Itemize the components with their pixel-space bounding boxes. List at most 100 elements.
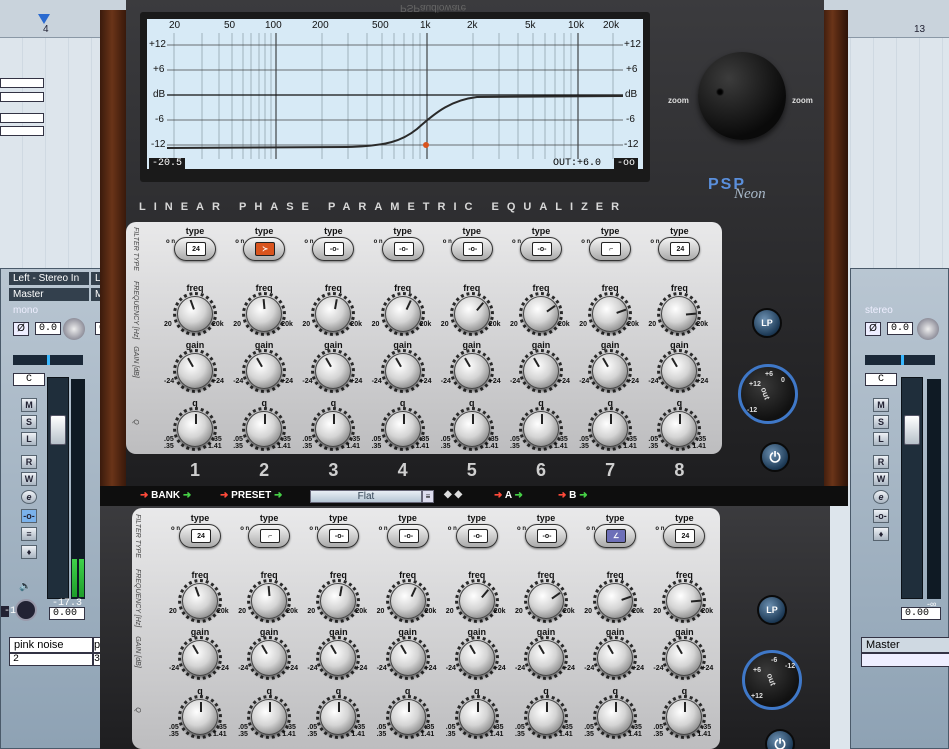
- lower-band-2-freq-knob[interactable]: [251, 583, 288, 619]
- preset-name-field[interactable]: Flat: [310, 490, 422, 503]
- volume-fader-track[interactable]: [47, 377, 69, 599]
- band-2-node[interactable]: [423, 142, 429, 148]
- volume-fader-track[interactable]: [901, 377, 923, 599]
- input-routing[interactable]: Left - Stereo In: [9, 272, 89, 285]
- band-1-q-knob[interactable]: [177, 411, 213, 447]
- solo-button[interactable]: S: [21, 415, 37, 429]
- phase-button[interactable]: Ø: [865, 322, 881, 336]
- write-button[interactable]: W: [21, 472, 37, 486]
- audio-clip[interactable]: [0, 126, 44, 136]
- lower-band-1-gain-knob[interactable]: [182, 640, 218, 676]
- preset-next-arrow-icon[interactable]: ➜: [274, 490, 282, 501]
- undo-redo-arrows-icon[interactable]: ◆ ◆: [444, 489, 462, 500]
- channel-name[interactable]: Master: [861, 637, 949, 653]
- lower-band-7-gain-knob[interactable]: [597, 640, 634, 676]
- speaker-icon[interactable]: 🔈: [19, 581, 31, 592]
- a-load-arrow-icon[interactable]: ➜: [514, 490, 522, 501]
- lower-band-6-gain-knob[interactable]: [528, 640, 564, 676]
- lower-band-7-freq-knob[interactable]: [597, 583, 634, 619]
- read-button[interactable]: R: [873, 455, 889, 469]
- zoom-knob[interactable]: [698, 52, 786, 140]
- band-1-type-button[interactable]: 24: [174, 237, 216, 261]
- audio-clip[interactable]: [0, 78, 44, 88]
- preset-control[interactable]: ➜ PRESET ➜: [220, 490, 282, 501]
- band-7-q-knob[interactable]: [592, 411, 629, 447]
- output-knob-lower[interactable]: out -6 -12 +12 +6: [742, 650, 802, 710]
- lower-band-1-q-knob[interactable]: [182, 699, 218, 735]
- lower-band-2-type-button[interactable]: ⌐: [248, 524, 291, 548]
- band-7-type-button[interactable]: ⌐: [589, 237, 632, 261]
- power-icon[interactable]: ⏻: [760, 442, 790, 472]
- lower-band-5-type-button[interactable]: -o-: [455, 524, 498, 548]
- band-7-freq-knob[interactable]: [592, 296, 629, 332]
- band-4-q-knob[interactable]: [384, 411, 421, 447]
- band-6-q-knob[interactable]: [523, 411, 559, 447]
- band-4-type-button[interactable]: -o-: [381, 237, 424, 261]
- eq-graph-display[interactable]: 20 50 100 200 500 1k 2k 5k 10k 20k +12 +…: [145, 17, 645, 171]
- sends-bypass-button[interactable]: ♦: [21, 545, 37, 559]
- solo-button[interactable]: S: [873, 415, 889, 429]
- band-6-freq-knob[interactable]: [523, 296, 559, 332]
- preset-menu-icon[interactable]: ≡: [422, 490, 434, 503]
- monitor-icon[interactable]: [15, 599, 37, 621]
- output-knob[interactable]: out +6 +12 -12 0: [738, 364, 798, 424]
- lower-band-6-type-button[interactable]: -o-: [525, 524, 567, 548]
- lower-band-4-freq-knob[interactable]: [389, 583, 426, 619]
- audio-clip[interactable]: [0, 92, 44, 102]
- band-1-freq-knob[interactable]: [177, 296, 213, 332]
- lower-band-5-gain-knob[interactable]: [458, 640, 495, 676]
- lp-button-lower[interactable]: LP: [757, 595, 787, 625]
- lower-band-7-q-knob[interactable]: [597, 699, 634, 735]
- insert-bypass-button[interactable]: ≡: [21, 527, 37, 541]
- eq-bypass-button[interactable]: -o-: [21, 509, 37, 523]
- b-load-arrow-icon[interactable]: ➜: [579, 490, 587, 501]
- eq-bypass-button[interactable]: -o-: [873, 509, 889, 523]
- lower-band-1-freq-knob[interactable]: [182, 583, 218, 619]
- lower-band-8-type-button[interactable]: 24: [663, 524, 706, 548]
- band-1-gain-knob[interactable]: [177, 353, 213, 389]
- peak-readout[interactable]: -oo: [614, 158, 639, 169]
- lp-button[interactable]: LP: [752, 308, 782, 338]
- lower-band-5-freq-knob[interactable]: [458, 583, 495, 619]
- mute-button[interactable]: M: [21, 398, 37, 412]
- listen-button[interactable]: L: [873, 432, 889, 446]
- a-copy-arrow-icon[interactable]: ➜: [494, 490, 502, 501]
- band-2-freq-knob[interactable]: [246, 296, 283, 332]
- listen-button[interactable]: L: [21, 432, 37, 446]
- lower-band-6-q-knob[interactable]: [528, 699, 564, 735]
- band-5-type-button[interactable]: -o-: [450, 237, 493, 261]
- pan-knob[interactable]: [63, 318, 85, 340]
- band-4-freq-knob[interactable]: [384, 296, 421, 332]
- pan-knob[interactable]: [917, 318, 939, 340]
- band-7-gain-knob[interactable]: [592, 353, 629, 389]
- preset-prev-arrow-icon[interactable]: ➜: [220, 490, 228, 501]
- band-6-gain-knob[interactable]: [523, 353, 559, 389]
- audio-clip[interactable]: [0, 113, 44, 123]
- band-8-type-button[interactable]: 24: [658, 237, 701, 261]
- pan-value[interactable]: 0.0: [35, 322, 61, 335]
- b-copy-arrow-icon[interactable]: ➜: [558, 490, 566, 501]
- band-6-type-button[interactable]: -o-: [520, 237, 562, 261]
- read-button[interactable]: R: [21, 455, 37, 469]
- band-2-gain-knob[interactable]: [246, 353, 283, 389]
- lower-band-2-q-knob[interactable]: [251, 699, 288, 735]
- lower-band-4-type-button[interactable]: -o-: [386, 524, 429, 548]
- lower-band-6-freq-knob[interactable]: [528, 583, 564, 619]
- bank-prev-arrow-icon[interactable]: ➜: [140, 490, 148, 501]
- bank-control[interactable]: ➜ BANK ➜: [140, 490, 191, 501]
- band-5-freq-knob[interactable]: [453, 296, 490, 332]
- lower-band-2-gain-knob[interactable]: [251, 640, 288, 676]
- channel-name[interactable]: pink noise: [9, 637, 93, 653]
- lower-band-3-type-button[interactable]: -o-: [317, 524, 360, 548]
- band-3-type-button[interactable]: -o-: [312, 237, 355, 261]
- write-button[interactable]: W: [873, 472, 889, 486]
- insert-bypass-button[interactable]: ♦: [873, 527, 889, 541]
- ab-a-control[interactable]: ➜ A ➜: [494, 490, 523, 501]
- lower-band-5-q-knob[interactable]: [458, 699, 495, 735]
- band-2-type-button[interactable]: ≻: [243, 237, 286, 261]
- phase-button[interactable]: Ø: [13, 322, 29, 336]
- ab-b-control[interactable]: ➜ B ➜: [558, 490, 588, 501]
- band-5-gain-knob[interactable]: [453, 353, 490, 389]
- lower-band-1-type-button[interactable]: 24: [179, 524, 221, 548]
- mute-button[interactable]: M: [873, 398, 889, 412]
